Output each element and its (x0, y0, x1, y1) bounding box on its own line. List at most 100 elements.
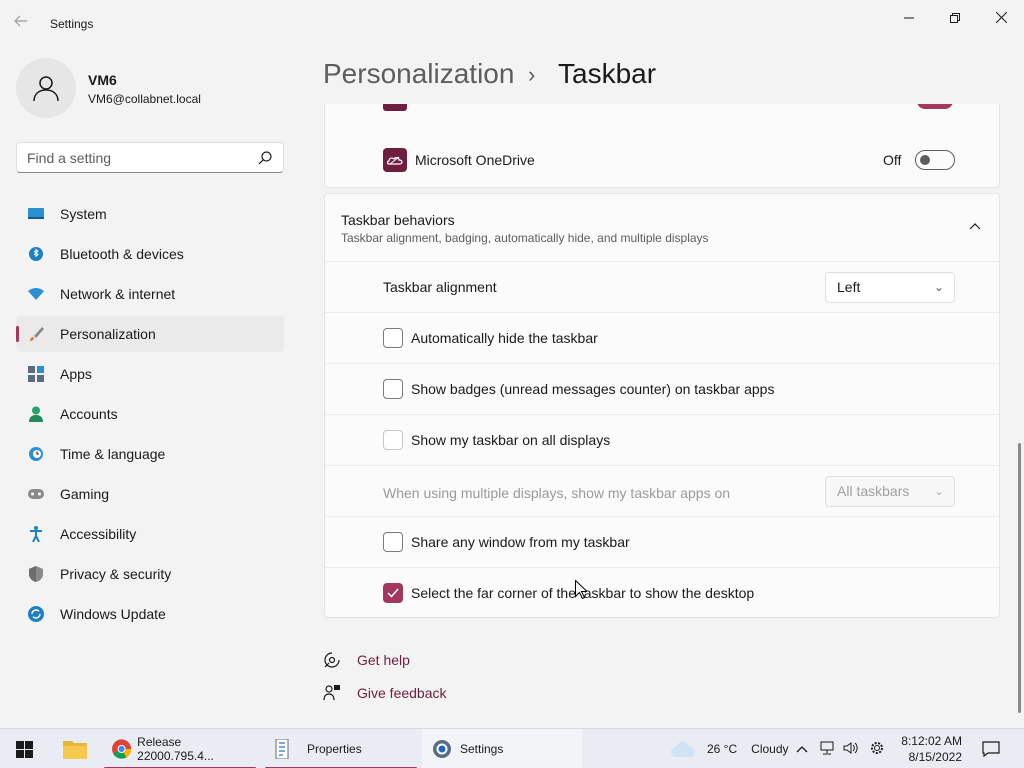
sidebar-nav: System Bluetooth & devices Network & int… (16, 196, 284, 636)
chevron-down-icon: ⌄ (933, 484, 944, 498)
get-help-link[interactable]: Get help (323, 651, 410, 669)
restore-icon (950, 13, 960, 23)
sidebar-item-gaming[interactable]: Gaming (16, 476, 284, 512)
clock-time: 8:12:02 AM (901, 734, 962, 748)
sidebar-item-system[interactable]: System (16, 196, 284, 232)
update-icon (28, 606, 44, 622)
scrollbar[interactable] (1018, 443, 1021, 713)
accounts-icon (28, 406, 44, 422)
far-corner-checkbox[interactable] (383, 583, 403, 603)
chevron-up-icon[interactable] (969, 222, 981, 230)
volume-icon[interactable] (843, 740, 859, 759)
onedrive-icon (383, 148, 407, 172)
onedrive-toggle[interactable] (915, 150, 955, 170)
toggle-partial[interactable] (917, 104, 953, 109)
taskbar-alignment-label: Taskbar alignment (383, 279, 497, 295)
checkmark-icon (387, 588, 399, 598)
wifi-icon (28, 286, 44, 302)
sidebar-item-personalization[interactable]: Personalization (16, 316, 284, 352)
taskbar-alignment-value: Left (837, 279, 861, 295)
sidebar-item-windows-update[interactable]: Windows Update (16, 596, 284, 632)
weather-widget[interactable]: 26 °C Cloudy (670, 729, 789, 768)
all-displays-label: Show my taskbar on all displays (411, 432, 611, 448)
give-feedback-link[interactable]: Give feedback (323, 684, 447, 702)
sidebar-item-privacy[interactable]: Privacy & security (16, 556, 284, 592)
sidebar-item-label: Network & internet (60, 286, 176, 302)
minimize-button[interactable] (886, 6, 932, 30)
sidebar-item-label: Windows Update (60, 606, 166, 622)
taskbar-app-properties[interactable]: Properties (265, 729, 417, 768)
auto-hide-checkbox[interactable] (383, 328, 403, 348)
taskbar-app-chrome[interactable]: Release 22000.795.4... (104, 729, 256, 768)
multi-display-dropdown[interactable]: All taskbars ⌄ (825, 476, 955, 507)
share-window-row: Share any window from my taskbar (325, 516, 999, 567)
badges-label: Show badges (unread messages counter) on… (411, 381, 775, 397)
badges-checkbox[interactable] (383, 379, 403, 399)
gear-icon[interactable] (869, 740, 885, 759)
close-button[interactable] (978, 6, 1024, 30)
settings-gear-icon (433, 740, 451, 758)
multi-display-value: All taskbars (837, 483, 910, 499)
search-icon (258, 151, 272, 165)
sidebar-item-apps[interactable]: Apps (16, 356, 284, 392)
back-arrow-icon[interactable] (14, 14, 34, 34)
clock-globe-icon (28, 446, 44, 462)
settings-content: Microsoft OneDrive Off Taskbar behaviors… (324, 104, 1000, 624)
feedback-icon (323, 685, 340, 701)
breadcrumb-parent[interactable]: Personalization (323, 58, 514, 90)
search-input[interactable] (17, 143, 247, 172)
multi-display-label: When using multiple displays, show my ta… (383, 485, 731, 501)
system-tray (795, 729, 885, 768)
breadcrumb-separator: › (528, 62, 536, 87)
sidebar-item-bluetooth[interactable]: Bluetooth & devices (16, 236, 284, 272)
startup-apps-card: Microsoft OneDrive Off (324, 104, 1000, 188)
share-window-label: Share any window from my taskbar (411, 534, 630, 550)
chevron-up-icon[interactable] (795, 742, 809, 756)
sidebar-item-label: Bluetooth & devices (60, 246, 184, 262)
user-icon (33, 76, 59, 102)
share-window-checkbox[interactable] (383, 532, 403, 552)
give-feedback-label: Give feedback (357, 685, 447, 701)
taskbar-app-settings[interactable]: Settings (422, 729, 582, 768)
sidebar-item-accessibility[interactable]: Accessibility (16, 516, 284, 552)
taskbar-alignment-dropdown[interactable]: Left ⌄ (825, 272, 955, 303)
auto-hide-label: Automatically hide the taskbar (411, 330, 598, 346)
all-displays-row: Show my taskbar on all displays (325, 414, 999, 465)
taskbar-behaviors-header[interactable]: Taskbar behaviors Taskbar alignment, bad… (325, 194, 999, 261)
clock[interactable]: 8:12:02 AM 8/15/2022 (896, 729, 962, 768)
file-explorer-button[interactable] (56, 729, 94, 768)
minimize-icon (904, 17, 914, 19)
sidebar-item-label: Personalization (60, 326, 156, 342)
close-icon (995, 11, 1007, 24)
folder-icon (63, 741, 87, 759)
monitor-icon (28, 206, 44, 222)
onedrive-toggle-state: Off (883, 152, 902, 168)
restore-button[interactable] (932, 6, 978, 30)
brush-icon (28, 326, 44, 342)
sidebar-item-time-language[interactable]: Time & language (16, 436, 284, 472)
avatar[interactable] (16, 58, 76, 118)
sidebar-item-network[interactable]: Network & internet (16, 276, 284, 312)
section-subtitle: Taskbar alignment, badging, automaticall… (341, 231, 709, 245)
sidebar-item-label: Accessibility (60, 526, 137, 542)
page-title: Taskbar (558, 58, 657, 89)
bluetooth-icon (28, 246, 44, 262)
auto-hide-row: Automatically hide the taskbar (325, 312, 999, 363)
clock-date: 8/15/2022 (908, 750, 962, 764)
taskbar-alignment-row: Taskbar alignment Left ⌄ (325, 261, 999, 312)
properties-icon (275, 739, 289, 759)
windows-logo-icon (15, 740, 33, 758)
taskbar-behaviors-card: Taskbar behaviors Taskbar alignment, bad… (324, 193, 1000, 618)
app-icon-partial (383, 104, 407, 111)
user-email: VM6@collabnet.local (88, 92, 201, 106)
weather-condition: Cloudy (751, 742, 789, 756)
network-icon[interactable] (819, 740, 835, 759)
weather-temp: 26 °C (707, 742, 738, 756)
all-displays-checkbox[interactable] (383, 430, 403, 450)
start-button[interactable] (8, 729, 40, 768)
search-box[interactable] (16, 142, 284, 173)
shield-icon (28, 566, 44, 582)
sidebar-item-accounts[interactable]: Accounts (16, 396, 284, 432)
notifications-button[interactable] (982, 729, 1000, 768)
mouse-cursor-icon (575, 580, 587, 600)
